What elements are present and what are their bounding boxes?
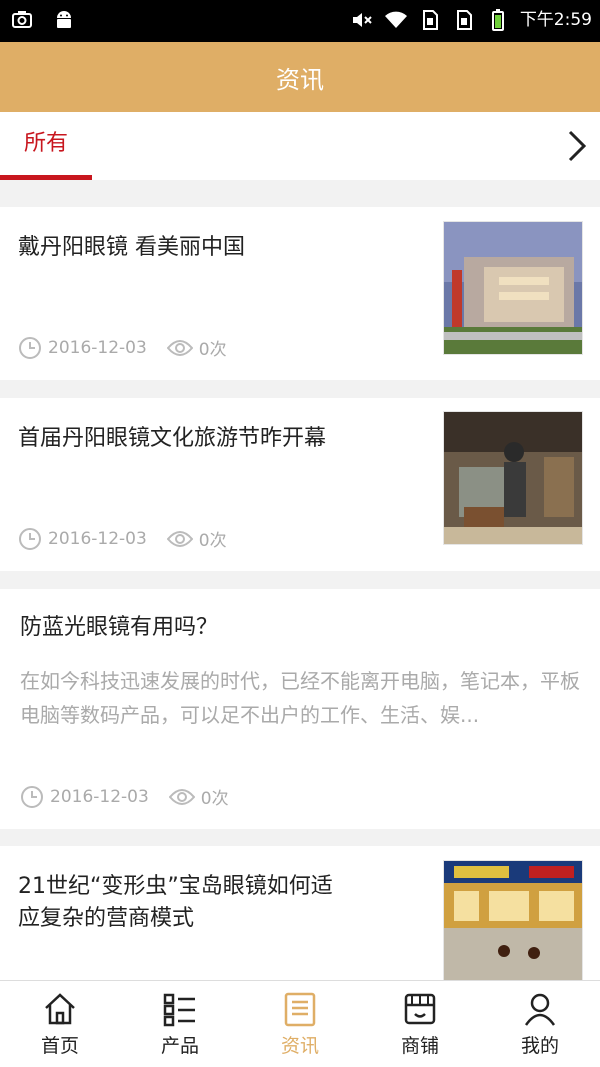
sim2-icon [456, 10, 472, 30]
news-meta: 2016-12-03 0次 [18, 335, 227, 360]
tab-active-indicator [0, 175, 92, 180]
news-title-line-1: 21世纪“变形虫”宝岛眼镜如何适 [18, 874, 333, 899]
bottom-nav: 首页 产品 资讯 商铺 我的 [0, 980, 600, 1067]
page-title: 资讯 [276, 65, 324, 94]
nav-home-label: 首页 [40, 1035, 79, 1057]
tab-all-label: 所有 [23, 131, 68, 156]
nav-news-label: 资讯 [280, 1035, 319, 1057]
news-meta: 2016-12-03 0次 [18, 526, 227, 551]
news-item[interactable]: 戴丹阳眼镜 看美丽中国 2016-12-03 0次 [0, 207, 600, 380]
news-title: 戴丹阳眼镜 看美丽中国 [18, 235, 245, 260]
tab-all[interactable]: 所有 [0, 112, 92, 180]
screenshot-icon [12, 11, 32, 28]
news-views: 0次 [200, 789, 229, 809]
clock-icon [19, 336, 41, 359]
nav-products[interactable]: 产品 [120, 981, 240, 1067]
eye-icon [166, 339, 193, 356]
chevron-right-icon[interactable] [562, 128, 590, 164]
product-list-icon [163, 993, 195, 1027]
news-views: 0次 [198, 531, 227, 551]
clock-icon [19, 527, 41, 550]
news-thumbnail [443, 221, 583, 355]
wifi-icon [384, 11, 407, 28]
battery-icon [491, 9, 504, 31]
news-meta: 2016-12-03 0次 [20, 784, 229, 809]
news-summary: 在如今科技迅速发展的时代，已经不能离开电脑，笔记本，平板电脑等数码产品，可以足不… [20, 669, 580, 727]
news-item[interactable]: 首届丹阳眼镜文化旅游节昨开幕 2016-12-03 0次 [0, 398, 600, 571]
nav-profile[interactable]: 我的 [480, 981, 600, 1067]
nav-news[interactable]: 资讯 [240, 981, 360, 1067]
nav-profile-label: 我的 [520, 1035, 559, 1057]
mute-icon [352, 13, 372, 27]
news-date: 2016-12-03 [50, 786, 149, 807]
nav-store[interactable]: 商铺 [360, 981, 480, 1067]
user-icon [524, 993, 556, 1026]
status-time: 下午2:59 [519, 10, 592, 30]
nav-home[interactable]: 首页 [0, 981, 120, 1067]
android-icon [57, 11, 71, 28]
eye-icon [168, 788, 195, 805]
status-bar: 下午2:59 [0, 0, 600, 42]
news-title: 防蓝光眼镜有用吗？ [20, 615, 219, 640]
news-item[interactable]: 21世纪“变形虫”宝岛眼镜如何适 应复杂的营商模式 [0, 846, 600, 980]
news-thumbnail [443, 860, 583, 980]
news-date: 2016-12-03 [48, 337, 147, 358]
store-icon [404, 993, 436, 1025]
news-views: 0次 [198, 340, 227, 360]
news-icon [284, 992, 316, 1027]
clock-icon [21, 785, 43, 808]
news-title: 首届丹阳眼镜文化旅游节昨开幕 [18, 426, 327, 451]
news-thumbnail [443, 411, 583, 545]
news-date: 2016-12-03 [48, 528, 147, 549]
news-title-line-2: 应复杂的营商模式 [18, 906, 195, 931]
app-header: 资讯 [0, 42, 600, 112]
news-item[interactable]: 防蓝光眼镜有用吗？ 在如今科技迅速发展的时代，已经不能离开电脑，笔记本，平板电脑… [0, 589, 600, 829]
sim1-icon [422, 10, 438, 30]
nav-products-label: 产品 [160, 1035, 199, 1057]
category-tab-bar: 所有 [0, 112, 600, 180]
eye-icon [166, 530, 193, 547]
nav-store-label: 商铺 [400, 1035, 439, 1057]
home-icon [45, 993, 75, 1025]
